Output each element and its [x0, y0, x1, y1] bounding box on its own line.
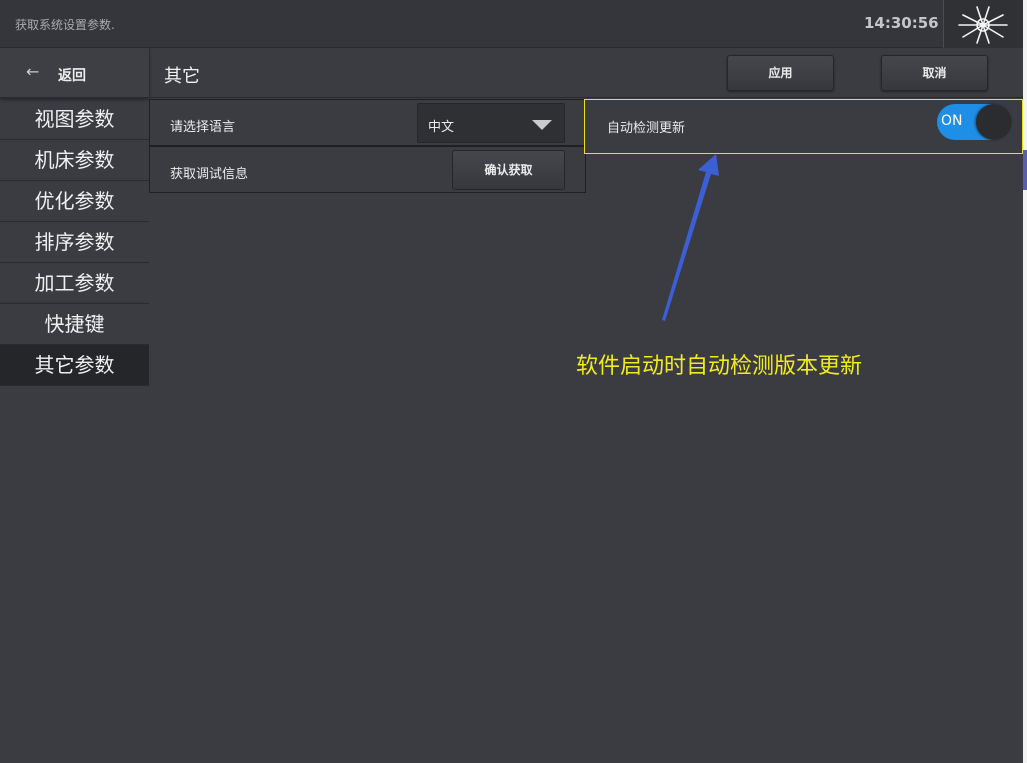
edge-mark [1023, 150, 1027, 190]
annotation-text: 软件启动时自动检测版本更新 [576, 354, 863, 379]
back-label: 返回 [58, 68, 86, 84]
language-label: 请选择语言 [170, 120, 236, 135]
page-header: 其它 应用 取消 [149, 48, 1023, 98]
status-message: 获取系统设置参数. [15, 18, 115, 32]
auto-update-toggle[interactable]: ON [937, 104, 1012, 140]
apply-button[interactable]: 应用 [727, 55, 834, 91]
language-setting-row: 请选择语言 中文 [149, 99, 586, 146]
sidebar-item-shortcuts[interactable]: 快捷键 [0, 304, 149, 345]
confirm-fetch-button[interactable]: 确认获取 [452, 150, 565, 190]
spider-web-logo-icon [958, 6, 1008, 44]
sidebar: ← 返回 视图参数 机床参数 优化参数 排序参数 加工参数 快捷键 其它参数 [0, 48, 149, 763]
toggle-knob [976, 104, 1012, 140]
sidebar-item-process-params[interactable]: 加工参数 [0, 263, 149, 304]
sidebar-item-sort-params[interactable]: 排序参数 [0, 222, 149, 263]
sidebar-item-other-params[interactable]: 其它参数 [0, 345, 149, 386]
debug-info-label: 获取调试信息 [170, 167, 249, 182]
dropdown-caret-icon [532, 120, 552, 130]
clock: 14:30:56 [864, 14, 939, 32]
sidebar-item-optimize-params[interactable]: 优化参数 [0, 181, 149, 222]
cancel-button[interactable]: 取消 [881, 55, 988, 91]
language-select[interactable]: 中文 [417, 103, 565, 143]
auto-update-label: 自动检测更新 [607, 121, 686, 136]
toggle-state-text: ON [941, 113, 963, 129]
language-selected-value: 中文 [428, 120, 455, 135]
top-status-bar: 获取系统设置参数. 14:30:56 [0, 0, 1027, 48]
sidebar-nav: 视图参数 机床参数 优化参数 排序参数 加工参数 快捷键 其它参数 [0, 99, 149, 386]
arrow-left-icon: ← [26, 62, 40, 81]
debug-info-row: 获取调试信息 确认获取 [149, 146, 586, 193]
sidebar-item-machine-params[interactable]: 机床参数 [0, 140, 149, 181]
annotation-arrow [662, 154, 719, 321]
page-title: 其它 [164, 66, 200, 87]
auto-update-row: 自动检测更新 ON [584, 99, 1023, 154]
window-edge [1023, 0, 1027, 763]
sidebar-item-view-params[interactable]: 视图参数 [0, 99, 149, 140]
logo-button[interactable] [943, 0, 1023, 48]
back-button[interactable]: ← 返回 [0, 48, 149, 98]
